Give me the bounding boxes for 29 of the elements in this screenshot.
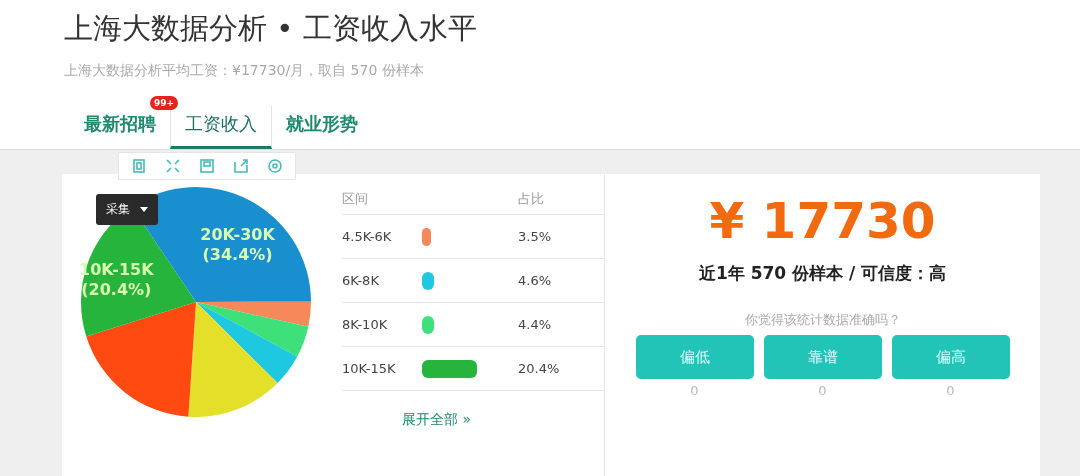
expand-all-link[interactable]: 展开全部 »	[402, 411, 604, 429]
table-cell-text: 10K-15K	[342, 361, 397, 376]
table-cell-text: 6K-8K	[342, 273, 380, 288]
tab[interactable]: 就业形势	[272, 106, 372, 149]
column-header: 区间	[342, 190, 369, 208]
page-title: 上海大数据分析 • 工资收入水平	[64, 10, 478, 47]
vote-count: 0	[946, 383, 955, 398]
sample-info: 近1年 570 份样本 / 可信度：高	[698, 262, 947, 285]
count-badge: 99+	[149, 96, 178, 110]
vote-count: 0	[818, 383, 827, 398]
column-header: 占比	[518, 190, 545, 208]
page-subtitle: 上海大数据分析平均工资：¥17730/月，取自 570 份样本	[64, 62, 425, 80]
vote-count: 0	[690, 383, 699, 398]
table-cell-text: 4.6%	[518, 273, 553, 288]
table-cell-text: 4.4%	[518, 317, 553, 332]
table-cell-text: 20.4%	[518, 361, 561, 376]
average-salary: ¥ 17730	[709, 192, 936, 250]
settings-icon[interactable]	[267, 158, 283, 174]
data-view-icon[interactable]	[131, 158, 147, 174]
table-cell-text: 4.5K-6K	[342, 229, 393, 244]
save-icon[interactable]	[199, 158, 215, 174]
table-cell-text: 8K-10K	[342, 317, 389, 332]
accuracy-question: 你觉得该统计数据准确吗？	[744, 311, 901, 329]
export-icon[interactable]	[233, 158, 249, 174]
caret-icon	[140, 207, 148, 212]
slice-label: 20K-30K (34.4%)	[200, 225, 275, 265]
expand-icon[interactable]	[165, 158, 181, 174]
collect-dropdown[interactable]: 采集	[96, 194, 158, 225]
table-cell-text: 3.5%	[518, 229, 553, 244]
